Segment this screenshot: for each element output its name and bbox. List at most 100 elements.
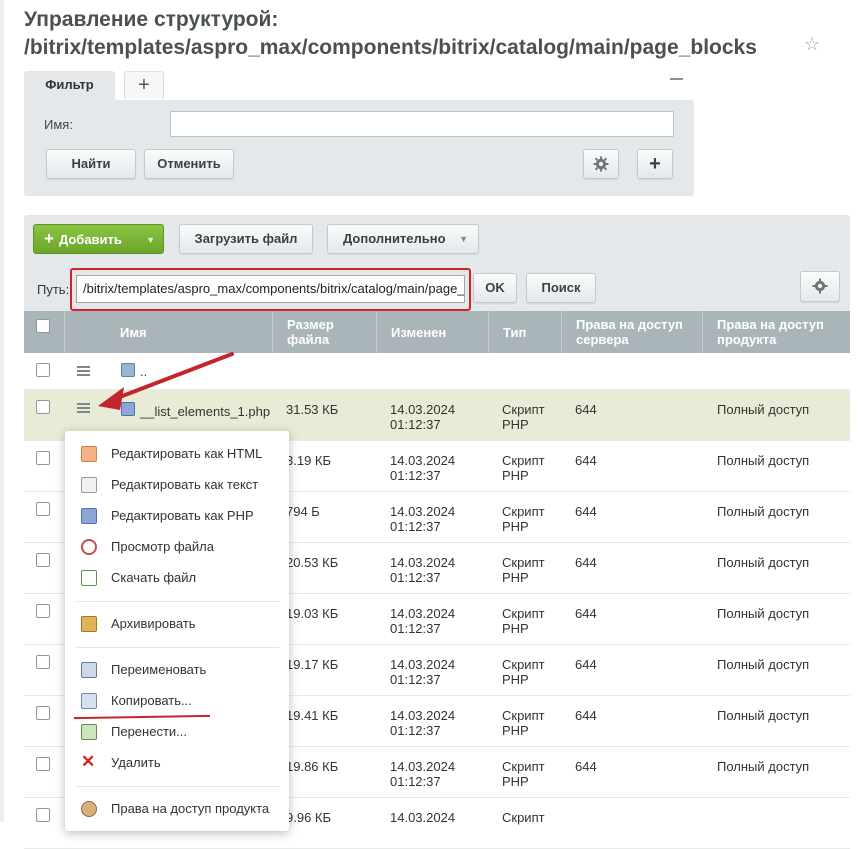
- file-type: Скрипт: [502, 657, 545, 672]
- menu-separator: [75, 786, 279, 787]
- file-type-sub: PHP: [502, 570, 529, 585]
- path-label: Путь:: [37, 282, 70, 297]
- file-time: 01:12:37: [390, 621, 441, 636]
- file-type: Скрипт: [502, 759, 545, 774]
- upload-file-button[interactable]: Загрузить файл: [179, 224, 313, 254]
- php-file-icon: [81, 508, 97, 524]
- product-rights: Полный доступ: [717, 504, 810, 519]
- page-title-line2: /bitrix/templates/aspro_max/components/b…: [24, 36, 757, 59]
- row-checkbox[interactable]: [36, 502, 50, 516]
- row-checkbox[interactable]: [36, 604, 50, 618]
- search-button[interactable]: Поиск: [526, 273, 596, 303]
- annotation-arrow: [98, 352, 234, 410]
- menu-move[interactable]: Перенести...: [81, 722, 187, 742]
- file-type-sub: PHP: [502, 417, 529, 432]
- file-size: 31.53 КБ: [286, 402, 339, 417]
- file-type: Скрипт: [502, 708, 545, 723]
- filter-add-field-button[interactable]: +: [637, 149, 673, 179]
- menu-separator: [75, 647, 279, 648]
- product-rights: Полный доступ: [717, 453, 810, 468]
- row-checkbox[interactable]: [36, 655, 50, 669]
- menu-separator: [75, 601, 279, 602]
- copy-icon: [81, 693, 97, 709]
- row-checkbox[interactable]: [36, 757, 50, 771]
- file-size: 20.53 КБ: [286, 555, 339, 570]
- star-icon[interactable]: ☆: [804, 34, 820, 55]
- row-checkbox[interactable]: [36, 706, 50, 720]
- menu-rename[interactable]: Переименовать: [81, 660, 206, 680]
- server-rights: 644: [575, 504, 597, 519]
- row-menu-icon[interactable]: [77, 403, 90, 413]
- menu-download-file[interactable]: Скачать файл: [81, 568, 196, 588]
- annotation-highlight-box: [70, 268, 471, 311]
- rename-icon: [81, 662, 97, 678]
- column-size[interactable]: Размер файла: [272, 311, 374, 353]
- file-date: 14.03.2024: [390, 810, 456, 825]
- row-checkbox[interactable]: [36, 400, 50, 414]
- column-product-rights[interactable]: Права на доступ продукта: [702, 311, 849, 353]
- table-settings-button[interactable]: [800, 271, 840, 302]
- find-button[interactable]: Найти: [46, 149, 136, 179]
- row-checkbox[interactable]: [36, 808, 50, 822]
- menu-copy[interactable]: Копировать...: [81, 691, 192, 711]
- server-rights: 644: [575, 759, 597, 774]
- file-type-sub: PHP: [502, 723, 529, 738]
- plus-icon: +: [44, 229, 54, 248]
- more-button[interactable]: Дополнительно ▼: [327, 224, 479, 254]
- file-time: 01:12:37: [390, 570, 441, 585]
- server-rights: 644: [575, 555, 597, 570]
- file-size: 794 Б: [286, 504, 320, 519]
- more-button-label: Дополнительно: [343, 231, 446, 246]
- menu-view-file[interactable]: Просмотр файла: [81, 537, 214, 557]
- select-all-checkbox[interactable]: [36, 319, 50, 333]
- server-rights: 644: [575, 606, 597, 621]
- menu-delete[interactable]: ✕ Удалить: [81, 752, 161, 773]
- row-checkbox[interactable]: [36, 553, 50, 567]
- file-date: 14.03.2024: [390, 759, 456, 774]
- cancel-button[interactable]: Отменить: [144, 149, 234, 179]
- file-size: 19.41 КБ: [286, 708, 339, 723]
- file-type: Скрипт: [502, 504, 545, 519]
- page-title-line1: Управление структурой:: [24, 8, 279, 31]
- product-rights: Полный доступ: [717, 555, 810, 570]
- path-ok-button[interactable]: OK: [473, 273, 517, 303]
- column-name[interactable]: Имя: [106, 311, 270, 353]
- file-date: 14.03.2024: [390, 555, 456, 570]
- file-date: 14.03.2024: [390, 606, 456, 621]
- file-time: 01:12:37: [390, 774, 441, 789]
- filter-add-tab-button[interactable]: +: [124, 71, 164, 99]
- context-menu: Редактировать как HTML Редактировать как…: [65, 431, 289, 831]
- row-checkbox[interactable]: [36, 451, 50, 465]
- chevron-down-icon: ▼: [459, 234, 468, 244]
- file-type: Скрипт: [502, 606, 545, 621]
- menu-product-rights[interactable]: Права на доступ продукта: [81, 799, 269, 819]
- row-checkbox[interactable]: [36, 363, 50, 377]
- filter-tab[interactable]: Фильтр: [24, 71, 115, 101]
- menu-archive[interactable]: Архивировать: [81, 614, 196, 634]
- left-edge: [0, 0, 4, 822]
- filter-collapse-icon[interactable]: [670, 78, 683, 80]
- file-size: 19.86 КБ: [286, 759, 339, 774]
- file-date: 14.03.2024: [390, 402, 456, 417]
- html-file-icon: [81, 446, 97, 462]
- file-size: 19.17 КБ: [286, 657, 339, 672]
- filter-name-input[interactable]: [170, 111, 674, 137]
- file-type-sub: PHP: [502, 774, 529, 789]
- column-modified[interactable]: Изменен: [376, 311, 486, 353]
- add-button[interactable]: + Добавить ▼: [33, 224, 164, 254]
- column-server-rights[interactable]: Права на доступ сервера: [561, 311, 699, 353]
- menu-edit-php[interactable]: Редактировать как PHP: [81, 506, 254, 526]
- file-type-sub: PHP: [502, 621, 529, 636]
- column-type[interactable]: Тип: [488, 311, 557, 353]
- user-icon: [81, 801, 97, 817]
- file-date: 14.03.2024: [390, 657, 456, 672]
- file-type-sub: PHP: [502, 519, 529, 534]
- filter-settings-button[interactable]: [583, 149, 619, 179]
- header-divider: [64, 311, 65, 353]
- page-title: Управление структурой: /bitrix/templates…: [24, 6, 757, 62]
- row-menu-icon[interactable]: [77, 366, 90, 376]
- menu-edit-html[interactable]: Редактировать как HTML: [81, 444, 262, 464]
- product-rights: Полный доступ: [717, 657, 810, 672]
- file-type-sub: PHP: [502, 468, 529, 483]
- menu-edit-text[interactable]: Редактировать как текст: [81, 475, 258, 495]
